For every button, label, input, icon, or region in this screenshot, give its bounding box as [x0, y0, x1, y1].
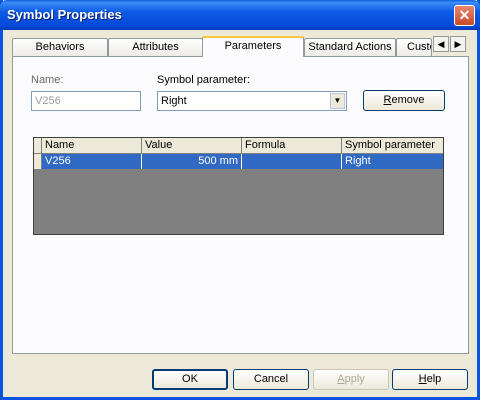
tab-strip: Behaviors Attributes Parameters Standard…	[12, 36, 470, 57]
symbol-parameter-value: Right	[161, 95, 187, 107]
remove-label: emove	[391, 94, 425, 106]
tab-label: Standard Actions	[308, 41, 392, 53]
column-header-name[interactable]: Name	[42, 138, 142, 153]
arrow-right-icon: ▶	[454, 39, 462, 49]
symbol-parameter-label: Symbol parameter:	[157, 74, 250, 86]
help-button[interactable]: Help	[392, 369, 468, 390]
tab-parameters[interactable]: Parameters	[202, 36, 304, 57]
column-header-formula[interactable]: Formula	[242, 138, 342, 153]
cell-name[interactable]: V256	[42, 154, 142, 169]
table-row[interactable]: V256 500 mm Right	[34, 154, 443, 169]
tab-custom[interactable]: Custo	[396, 38, 432, 56]
dropdown-button[interactable]: ▼	[330, 93, 345, 109]
column-header-value[interactable]: Value	[142, 138, 242, 153]
cell-symbol-parameter[interactable]: Right	[342, 154, 443, 169]
apply-label: pply	[344, 373, 365, 385]
grid-corner	[34, 138, 42, 153]
name-field[interactable]: V256	[31, 91, 141, 111]
ok-button[interactable]: OK	[152, 369, 228, 390]
arrow-left-icon: ◀	[437, 39, 445, 49]
chevron-down-icon: ▼	[333, 96, 342, 105]
tab-panel-parameters: Name: V256 Symbol parameter: Right ▼ Rem…	[12, 56, 469, 354]
grid-header: Name Value Formula Symbol parameter	[34, 138, 443, 154]
parameters-grid[interactable]: Name Value Formula Symbol parameter V256…	[33, 137, 444, 235]
tab-behaviors[interactable]: Behaviors	[12, 38, 108, 56]
tab-label: Behaviors	[35, 41, 85, 53]
tab-scroll-left-button[interactable]: ◀	[433, 36, 449, 52]
tab-standard-actions[interactable]: Standard Actions	[304, 38, 396, 56]
help-accelerator: H	[418, 373, 427, 385]
close-button[interactable]: ✕	[454, 5, 475, 26]
help-label: elp	[426, 373, 442, 385]
row-indicator[interactable]	[34, 154, 42, 169]
tab-label: Parameters	[224, 40, 282, 52]
apply-accelerator: A	[337, 373, 345, 385]
remove-button[interactable]: Remove	[363, 90, 445, 111]
close-icon: ✕	[458, 7, 471, 23]
cell-value[interactable]: 500 mm	[142, 154, 242, 169]
tab-scroll-right-button[interactable]: ▶	[450, 36, 466, 52]
cancel-button[interactable]: Cancel	[233, 369, 309, 390]
tab-attributes[interactable]: Attributes	[108, 38, 203, 56]
window-title: Symbol Properties	[7, 7, 122, 22]
symbol-parameter-select[interactable]: Right ▼	[157, 91, 347, 111]
tab-label: Custo	[407, 41, 431, 53]
tab-label: Attributes	[132, 41, 179, 53]
name-label: Name:	[31, 74, 64, 86]
cell-formula[interactable]	[242, 154, 342, 169]
column-header-symbol-parameter[interactable]: Symbol parameter	[342, 138, 443, 153]
apply-button[interactable]: Apply	[313, 369, 389, 390]
title-bar[interactable]: Symbol Properties ✕	[0, 0, 480, 30]
